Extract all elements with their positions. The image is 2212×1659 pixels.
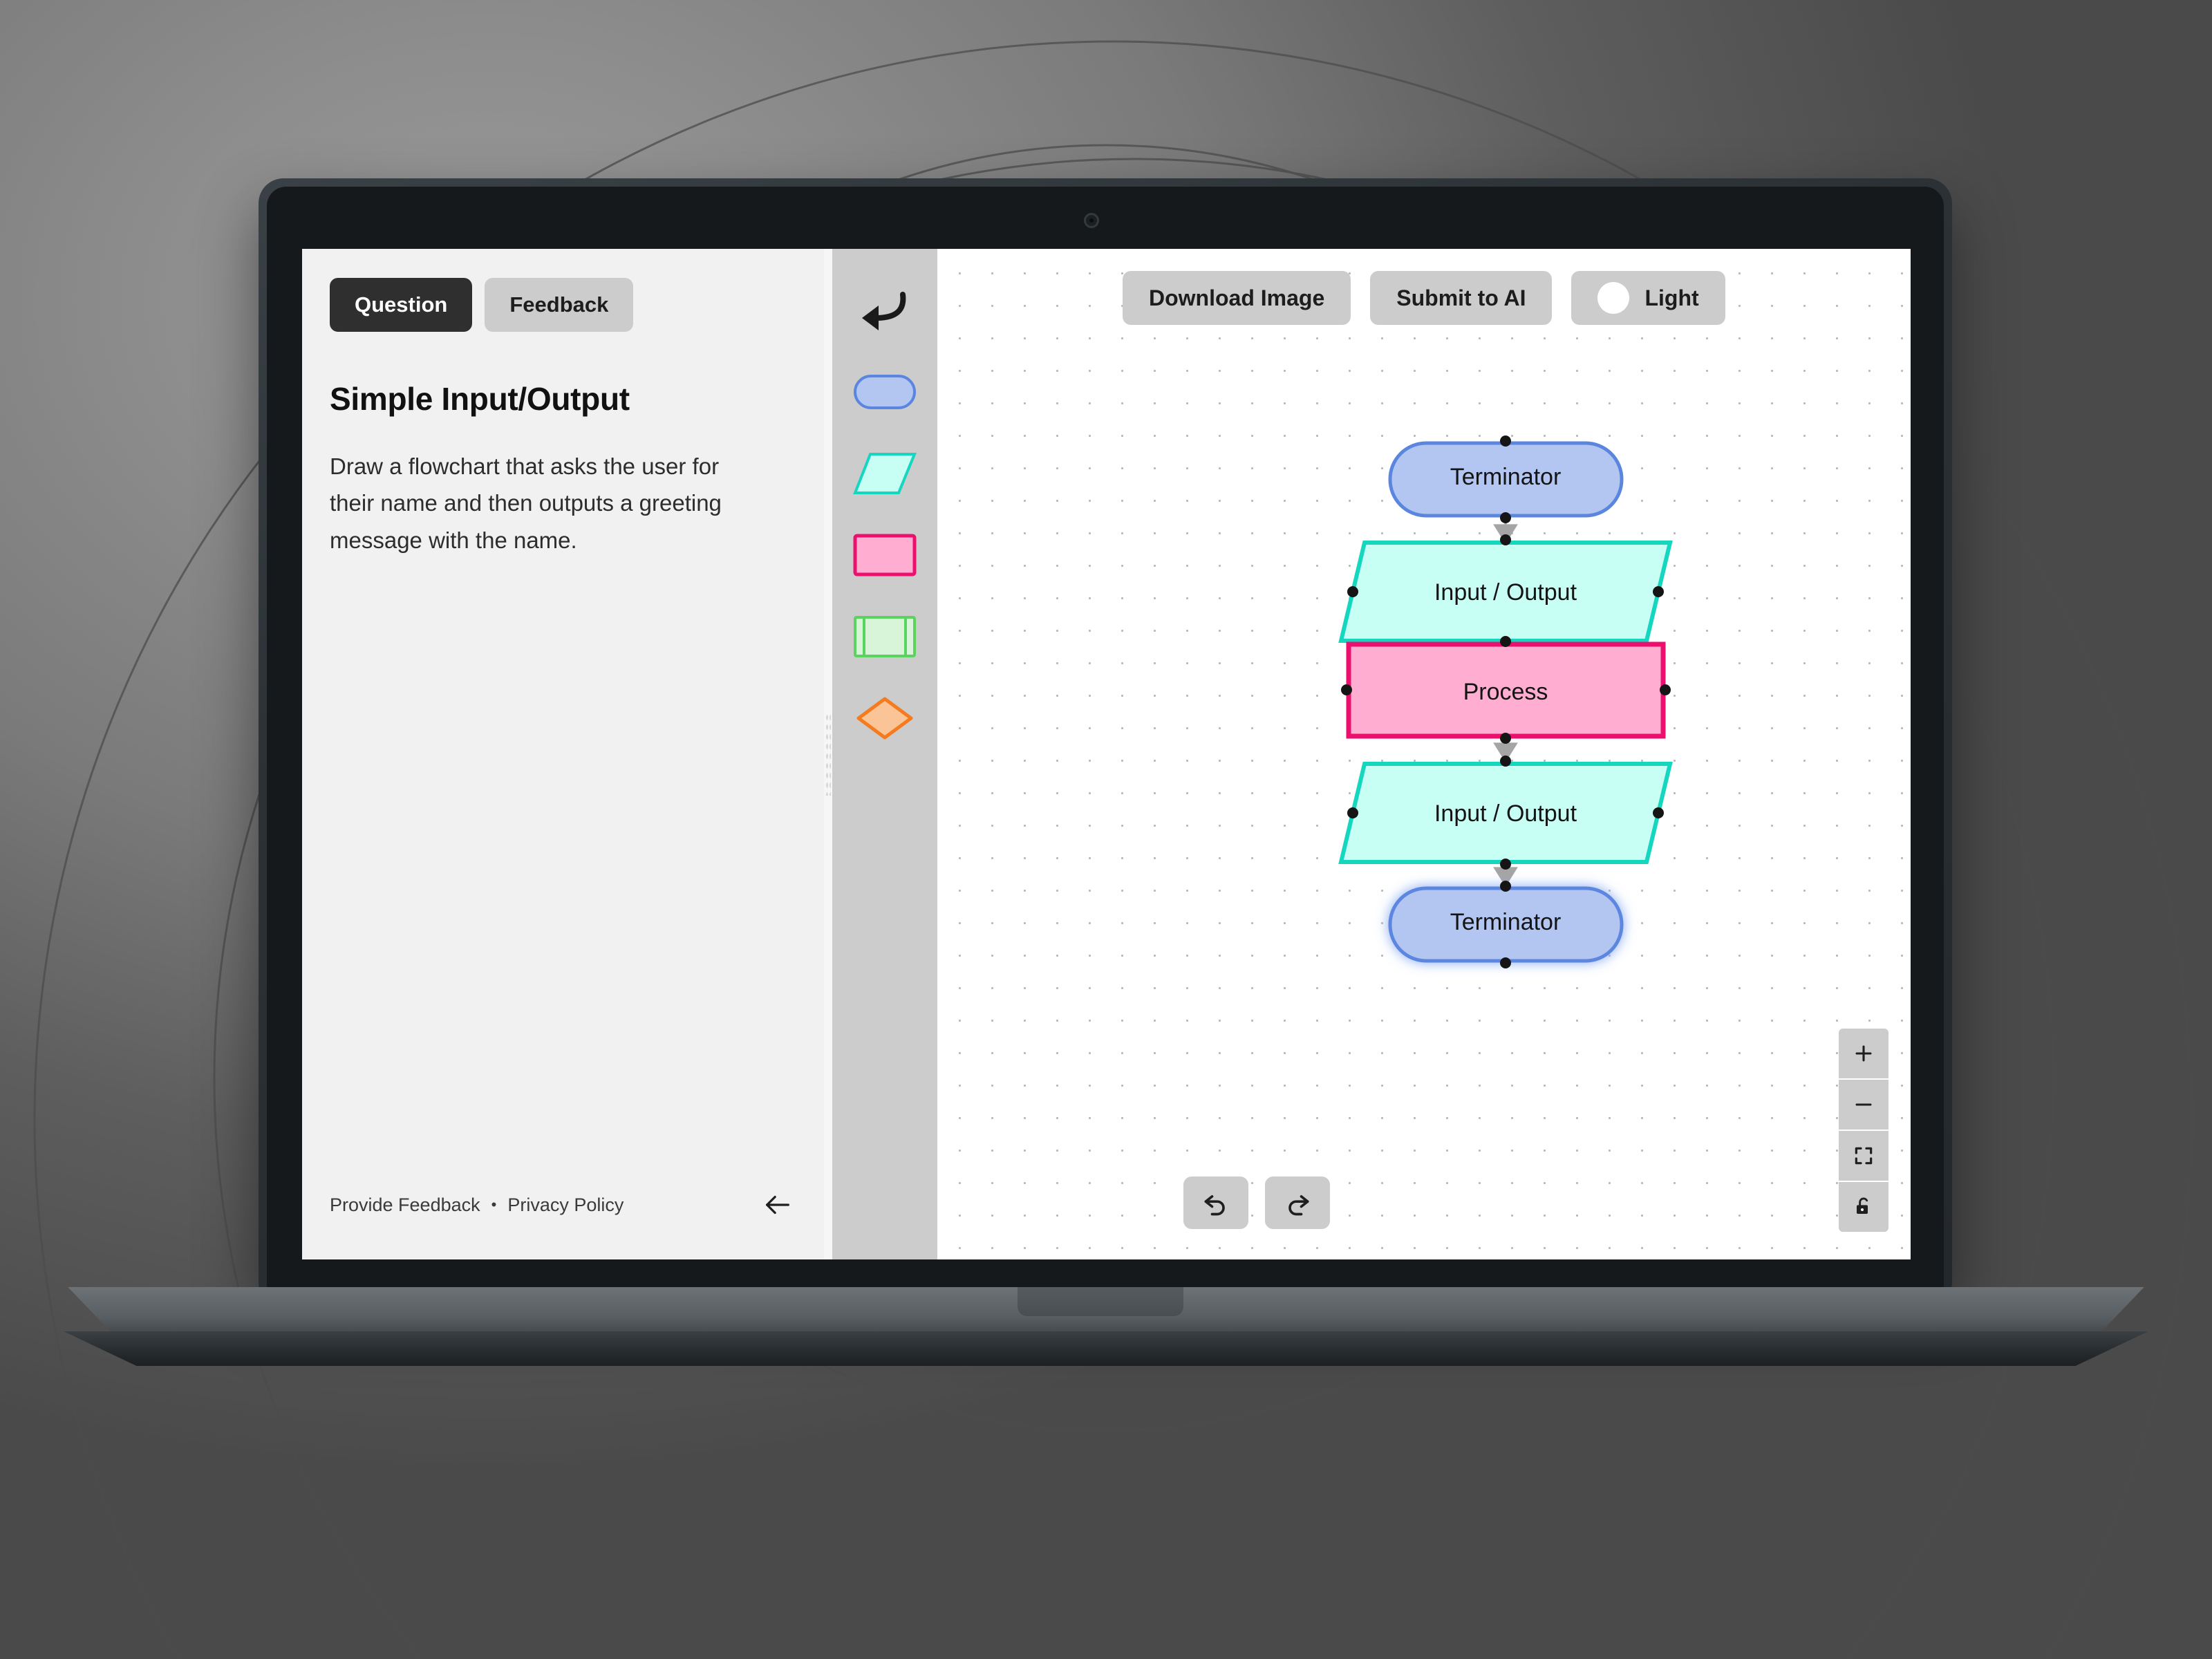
terminator-shape[interactable] [849,366,921,418]
node-label: Input / Output [1434,800,1577,827]
node-label: Input / Output [1434,579,1577,606]
app-screen: Question Feedback Simple Input/Output Dr… [302,249,1911,1259]
tab-question[interactable]: Question [330,278,473,332]
canvas-toolbar: Download Image Submit to AI Light [1123,271,1725,325]
undo-button[interactable] [1183,1177,1248,1229]
connector-handle [1653,586,1664,597]
question-title: Simple Input/Output [330,381,630,417]
connector-handle [1500,733,1511,744]
flowchart-canvas[interactable]: Download Image Submit to AI Light Termin… [937,249,1911,1259]
panel-resize-handle[interactable] [824,249,832,1259]
laptop-base-notch [1018,1287,1183,1316]
return-arrow-glyph [862,292,906,330]
scene: Question Feedback Simple Input/Output Dr… [0,0,2212,1659]
theme-toggle-button[interactable]: Light [1571,271,1725,325]
submit-to-ai-button[interactable]: Submit to AI [1370,271,1553,325]
connector-handle [1500,636,1511,647]
tab-feedback[interactable]: Feedback [485,278,634,332]
connector-handle [1660,684,1671,695]
zoom-controls [1839,1029,1888,1232]
webcam-icon [1084,213,1099,228]
connector-handle [1500,756,1511,767]
fit-view-icon [1855,1147,1873,1165]
zoom-out-button[interactable] [1839,1080,1888,1130]
diamond-glyph [856,697,913,740]
return-arrow-icon[interactable] [849,285,921,336]
predefined-process-shape[interactable] [849,611,921,662]
connector-handle [1500,881,1511,892]
connector-handle [1341,684,1352,695]
arrow-left-icon [766,1195,789,1215]
redo-button[interactable] [1265,1177,1330,1229]
process-shape[interactable] [849,529,921,581]
sun-icon [1597,282,1630,314]
predefined-process-glyph [854,616,916,657]
connector-handle [1653,807,1664,818]
resize-grip-dots [825,713,831,796]
panel-footer: Provide Feedback • Privacy Policy [330,1186,796,1224]
redo-icon [1288,1195,1309,1216]
fit-view-button[interactable] [1839,1131,1888,1181]
node-process[interactable]: Process [1341,636,1671,744]
zoom-in-button[interactable] [1839,1029,1888,1078]
node-input-output-2[interactable]: Input / Output [1338,756,1673,870]
node-terminator-end[interactable]: Terminator [1388,881,1624,968]
download-image-button[interactable]: Download Image [1123,271,1351,325]
connector-handle [1500,534,1511,545]
connector-handle [1347,586,1358,597]
lock-button[interactable] [1839,1182,1888,1232]
plus-icon [1855,1045,1872,1062]
node-label: Terminator [1450,909,1562,935]
privacy-policy-link[interactable]: Privacy Policy [507,1194,624,1216]
footer-links: Provide Feedback • Privacy Policy [330,1194,624,1216]
input-output-shape[interactable] [849,448,921,499]
connector-handle [1500,957,1511,968]
node-label: Process [1463,679,1548,705]
history-controls [1183,1177,1330,1229]
laptop-mockup: Question Feedback Simple Input/Output Dr… [0,0,2212,1659]
undo-icon [1204,1195,1225,1216]
parallelogram-glyph [853,453,917,494]
question-panel: Question Feedback Simple Input/Output Dr… [302,249,824,1259]
flow-graph[interactable]: Terminator Input / Output Process Input … [937,249,1911,1259]
footer-separator: • [491,1196,497,1213]
node-input-output-1[interactable]: Input / Output [1338,534,1673,648]
shape-palette [832,249,937,1259]
connector-handle [1500,859,1511,870]
stadium-glyph [854,375,916,409]
collapse-panel-button[interactable] [759,1186,796,1224]
decision-shape[interactable] [849,693,921,744]
laptop-base-front [64,1331,2148,1366]
node-terminator-start[interactable]: Terminator [1388,435,1624,523]
rectangle-glyph [853,534,917,577]
panel-tabs: Question Feedback [330,278,796,332]
theme-toggle-label: Light [1644,285,1699,310]
question-body: Draw a flowchart that asks the user for … [330,453,722,553]
minus-icon [1855,1103,1872,1106]
node-label: Terminator [1450,464,1562,490]
connector-handle [1347,807,1358,818]
provide-feedback-link[interactable]: Provide Feedback [330,1194,480,1216]
unlock-icon [1857,1197,1868,1214]
connector-handle [1500,512,1511,523]
connector-handle [1500,435,1511,447]
